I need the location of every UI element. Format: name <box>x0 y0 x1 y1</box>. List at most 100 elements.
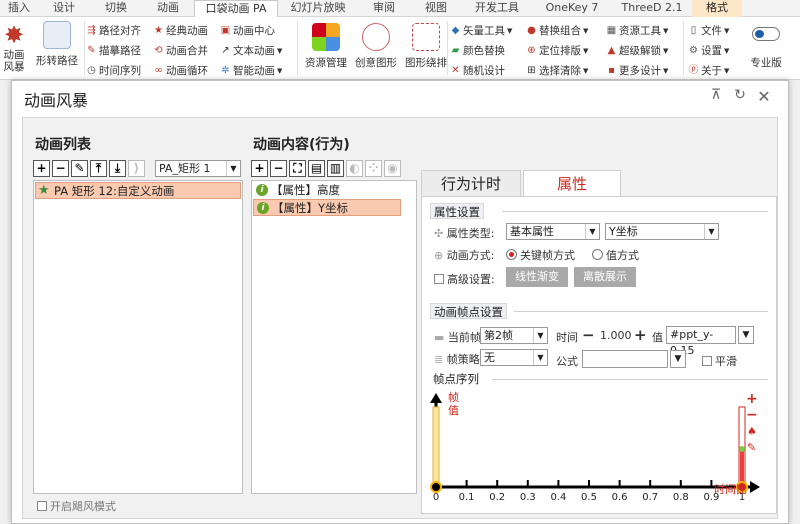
chevron-down-icon: ▼ <box>533 350 547 365</box>
current-frame-select[interactable]: 第2帧 ▼ <box>480 327 548 344</box>
creative-shape-icon <box>362 23 390 51</box>
remove-icon[interactable]: − <box>270 160 287 177</box>
shape-wrap-button[interactable]: 图形绕排 <box>402 23 450 70</box>
anim-list[interactable]: ★ PA 矩形 12:自定义动画 <box>33 180 243 494</box>
shape-selector[interactable]: PA_矩形 1 ▼ <box>155 160 241 177</box>
add-frame-button[interactable]: + <box>746 391 758 407</box>
refresh-icon[interactable]: ↻ <box>730 87 750 103</box>
anim-list-toolbar: + − ✎ ⤒ ⤓ ⟩ <box>33 160 147 177</box>
formula-input[interactable] <box>582 350 668 368</box>
tab-onekey[interactable]: OneKey 7 <box>532 0 612 17</box>
tab-design[interactable]: 设计 <box>38 0 90 17</box>
shape-path-button[interactable]: 形转路径 <box>32 21 82 68</box>
merge-animation-button[interactable]: ⟲ 动画合并 <box>153 43 208 58</box>
tab-timing[interactable]: 行为计时 <box>421 170 521 196</box>
position-layout-button[interactable]: ⊕ 定位排版 ▼ <box>526 43 588 58</box>
chevron-down-icon: ▼ <box>277 66 283 75</box>
replace-group-button[interactable]: ● 替换组合 ▼ <box>526 23 588 38</box>
grid-icon[interactable]: ⁘ <box>365 160 382 177</box>
anim-content-list[interactable]: i 【属性】高度 i 【属性】Y坐标 <box>251 180 417 494</box>
add-icon[interactable]: + <box>251 160 268 177</box>
bracket-icon[interactable]: ⟩ <box>128 160 145 177</box>
time-increment-button[interactable]: + <box>634 326 647 344</box>
tab-transition[interactable]: 切换 <box>90 0 142 17</box>
strategy-select[interactable]: 无 ▼ <box>480 349 548 366</box>
vector-tools-button[interactable]: ◆ 矢量工具 ▼ <box>450 23 513 38</box>
brush-icon[interactable]: ✎ <box>71 160 88 177</box>
move-down-icon[interactable]: ⤓ <box>109 160 126 177</box>
list-item[interactable]: i 【属性】高度 <box>253 182 415 199</box>
tab-view[interactable]: 视图 <box>410 0 462 17</box>
discrete-show-button[interactable]: 离散展示 <box>574 267 636 287</box>
super-unlock-button[interactable]: ▲ 超级解锁 ▼ <box>606 43 669 58</box>
trace-path-button[interactable]: ✎ 描摹路径 <box>86 43 141 58</box>
tab-review[interactable]: 审阅 <box>358 0 410 17</box>
more-design-button[interactable]: ▪ 更多设计 ▼ <box>606 63 668 78</box>
animation-storm-button[interactable]: ✸ 动画 风暴 <box>0 21 28 73</box>
frame-value-axis-label: 帧 值 <box>448 391 459 417</box>
linear-gradient-button[interactable]: 线性渐变 <box>506 267 568 287</box>
tab-animation[interactable]: 动画 <box>142 0 194 17</box>
value-input[interactable]: #ppt_y-0.15 <box>666 326 736 357</box>
classic-animation-button[interactable]: ★ 经典动画 <box>153 23 208 38</box>
add-icon[interactable]: + <box>33 160 50 177</box>
clipboard-icon[interactable]: ▤ <box>308 160 325 177</box>
about-button[interactable]: ⓟ 关于 ▼ <box>688 63 730 78</box>
resource-tools-button[interactable]: ▦ 资源工具 ▼ <box>606 23 669 38</box>
color-replace-button[interactable]: ▰ 颜色替换 <box>450 43 505 58</box>
value-mode-radio[interactable]: 值方式 <box>592 247 639 263</box>
loop-animation-button[interactable]: ∞ 动画循环 <box>153 63 208 78</box>
expand-icon[interactable]: ⛶ <box>289 160 306 177</box>
smart-animation-button[interactable]: ✲ 智能动画 ▼ <box>220 63 282 78</box>
document-icon[interactable]: ▥ <box>327 160 344 177</box>
text-animation-button[interactable]: ↗ 文本动画 ▼ <box>220 43 282 58</box>
close-icon[interactable]: ✕ <box>754 87 774 106</box>
smooth-checkbox[interactable]: 平滑 <box>702 353 737 369</box>
divider <box>683 21 684 75</box>
animation-storm-dialog: 动画风暴 ⊼ ↻ ✕ 动画列表 + − ✎ ⤒ ⤓ ⟩ PA_矩形 1 ▼ ★ <box>11 80 789 524</box>
tab-property[interactable]: 属性 <box>523 170 621 196</box>
path-align-button[interactable]: ⇶ 路径对齐 <box>86 23 141 38</box>
list-item[interactable]: ★ PA 矩形 12:自定义动画 <box>35 182 241 199</box>
coord-select[interactable]: Y坐标 ▼ <box>605 223 719 240</box>
file-button[interactable]: ▯ 文件 ▼ <box>688 23 730 38</box>
toggle-switch[interactable] <box>752 27 780 41</box>
frame-points <box>430 406 748 493</box>
chevron-down-icon[interactable]: ▼ <box>738 326 754 344</box>
select-clear-button[interactable]: ⊞ 选择清除 ▼ <box>526 63 588 78</box>
tab-threed[interactable]: ThreeD 2.1 <box>612 0 692 17</box>
animation-center-button[interactable]: ▣ 动画中心 <box>220 23 275 38</box>
remove-frame-button[interactable]: − <box>746 407 758 423</box>
tab-format[interactable]: 格式 <box>692 0 742 17</box>
contrast-icon[interactable]: ◐ <box>346 160 363 177</box>
tab-pocket-animation[interactable]: 口袋动画 PA <box>194 0 278 17</box>
resource-manager-button[interactable]: 资源管理 <box>302 23 350 70</box>
remove-icon[interactable]: − <box>52 160 69 177</box>
move-up-icon[interactable]: ⤒ <box>90 160 107 177</box>
tab-slideshow[interactable]: 幻灯片放映 <box>278 0 358 17</box>
pin-icon[interactable]: ⊼ <box>706 87 726 103</box>
divider <box>492 379 768 380</box>
time-decrement-button[interactable]: − <box>582 326 595 344</box>
star-burst-icon: ✸ <box>3 21 25 49</box>
list-item[interactable]: i 【属性】Y坐标 <box>253 199 401 216</box>
keyframe-mode-radio[interactable]: 关键帧方式 <box>506 247 575 263</box>
eye-icon[interactable]: ◉ <box>384 160 401 177</box>
property-type-select[interactable]: 基本属性 ▼ <box>506 223 600 240</box>
pen-icon[interactable]: ✎ <box>747 441 756 454</box>
time-value[interactable]: 1.000 <box>600 329 632 342</box>
watch-mode-checkbox[interactable]: 开启飓风模式 <box>37 498 116 514</box>
chevron-down-icon: ▼ <box>226 161 240 176</box>
time-sequence-button[interactable]: ◷ 时间序列 <box>86 63 141 78</box>
tab-developer[interactable]: 开发工具 <box>462 0 532 17</box>
chevron-down-icon[interactable]: ▼ <box>670 350 686 368</box>
tab-insert[interactable]: 插入 <box>0 0 38 17</box>
divider <box>84 21 85 75</box>
settings-button[interactable]: ⚙ 设置 ▼ <box>688 43 729 58</box>
pro-version-toggle[interactable]: 专业版 <box>746 27 786 70</box>
tick-label: 0 <box>433 492 439 503</box>
tick-label: 0.2 <box>489 492 505 503</box>
bell-icon[interactable]: ♠ <box>747 425 757 438</box>
creative-shape-button[interactable]: 创意图形 <box>352 23 400 70</box>
random-design-button[interactable]: ✕ 随机设计 <box>450 63 505 78</box>
